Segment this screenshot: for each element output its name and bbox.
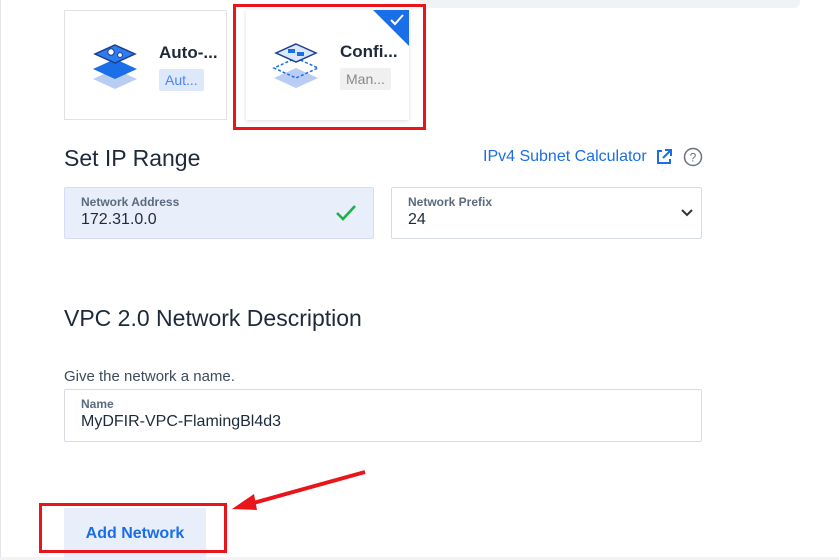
add-network-button[interactable]: Add Network <box>64 508 206 560</box>
network-address-value: 172.31.0.0 <box>81 211 157 228</box>
manual-network-icon <box>268 38 324 90</box>
subnet-calculator-link[interactable]: IPv4 Subnet Calculator <box>483 148 673 166</box>
manual-config-option-card[interactable]: Confi... Man... <box>246 10 409 120</box>
auto-option-tag: Aut... <box>159 69 204 91</box>
network-name-value: MyDFIR-VPC-FlamingBl4d3 <box>81 413 282 430</box>
auto-option-title: Auto-... <box>159 43 218 62</box>
network-address-label: Network Address <box>81 195 180 209</box>
auto-network-icon <box>87 39 143 91</box>
panel-border <box>0 0 1 557</box>
network-name-input[interactable]: Name MyDFIR-VPC-FlamingBl4d3 <box>64 389 702 442</box>
chevron-down-icon <box>681 209 693 217</box>
network-description-heading: VPC 2.0 Network Description <box>64 305 362 331</box>
manual-option-tag: Man... <box>340 68 391 90</box>
network-address-field[interactable]: Network Address 172.31.0.0 <box>64 187 374 239</box>
valid-check-icon <box>336 205 356 221</box>
network-prefix-label: Network Prefix <box>408 195 493 209</box>
svg-text:?: ? <box>690 151 697 165</box>
help-icon[interactable]: ? <box>683 147 703 167</box>
name-hint-text: Give the network a name. <box>64 368 235 385</box>
vpc-network-panel: Auto-... Aut... Confi... Man... Set IP R… <box>0 0 839 560</box>
external-link-icon <box>656 149 672 164</box>
auto-config-option-card[interactable]: Auto-... Aut... <box>64 10 227 120</box>
network-prefix-select[interactable]: Network Prefix 24 <box>391 187 702 239</box>
check-icon <box>390 14 404 26</box>
annotation-arrow <box>232 470 366 510</box>
set-ip-range-heading: Set IP Range <box>64 145 201 171</box>
top-shadow <box>420 0 800 8</box>
subnet-calculator-label: IPv4 Subnet Calculator <box>483 148 647 165</box>
network-name-label: Name <box>81 397 114 411</box>
network-prefix-value: 24 <box>408 211 426 228</box>
